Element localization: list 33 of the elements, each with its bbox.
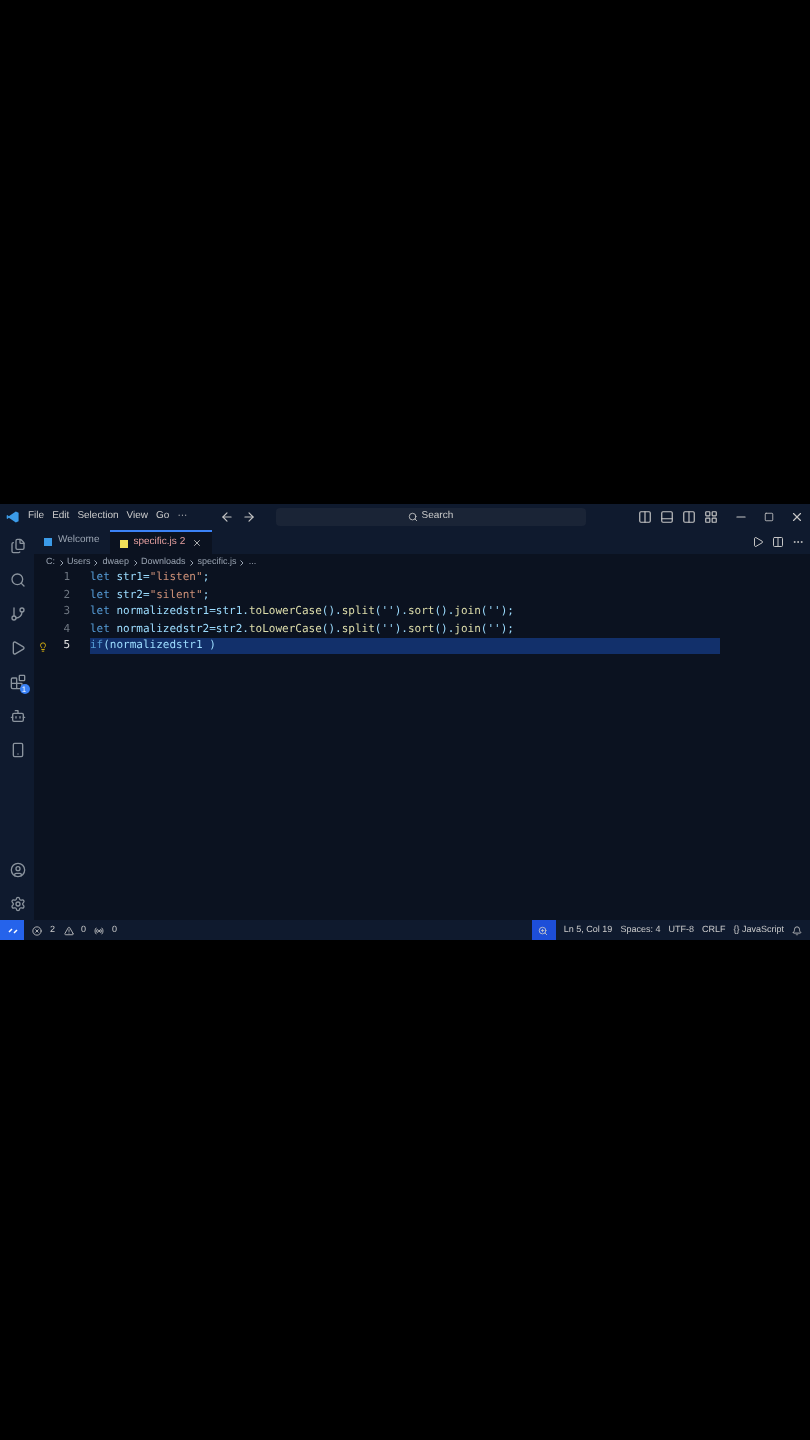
layout-icon[interactable] bbox=[704, 510, 718, 524]
remote-icon bbox=[7, 925, 17, 935]
maximize-icon[interactable] bbox=[764, 512, 774, 522]
robot-icon[interactable] bbox=[9, 708, 25, 724]
panel-icon[interactable] bbox=[682, 510, 696, 524]
file-icon bbox=[44, 538, 52, 546]
search-icon[interactable] bbox=[9, 572, 25, 588]
split-icon[interactable] bbox=[772, 536, 784, 548]
phone-icon[interactable] bbox=[9, 742, 25, 758]
close-icon[interactable] bbox=[790, 510, 804, 524]
extensions-icon[interactable] bbox=[9, 674, 25, 690]
app-logo-icon bbox=[6, 510, 20, 524]
settings-icon[interactable] bbox=[9, 896, 25, 912]
panel-icon[interactable] bbox=[660, 510, 674, 524]
bell-icon[interactable] bbox=[792, 925, 802, 935]
panel-icon[interactable] bbox=[638, 510, 652, 524]
account-icon[interactable] bbox=[9, 862, 25, 878]
forward-icon[interactable] bbox=[241, 510, 256, 524]
branch-icon[interactable] bbox=[9, 606, 25, 622]
zoom-icon bbox=[538, 925, 549, 935]
error-icon bbox=[32, 925, 42, 935]
back-icon[interactable] bbox=[219, 510, 234, 524]
minimize-icon[interactable] bbox=[734, 510, 748, 524]
remote-button[interactable] bbox=[0, 920, 24, 940]
run-icon[interactable] bbox=[9, 640, 25, 656]
file-icon bbox=[119, 539, 128, 547]
ports-icon bbox=[94, 925, 105, 935]
warning-icon bbox=[63, 925, 74, 935]
search-icon bbox=[407, 512, 418, 522]
lightbulb-icon[interactable] bbox=[37, 641, 47, 652]
zoom-button[interactable] bbox=[531, 920, 556, 940]
files-icon[interactable] bbox=[9, 538, 25, 554]
run-icon[interactable] bbox=[752, 536, 764, 548]
